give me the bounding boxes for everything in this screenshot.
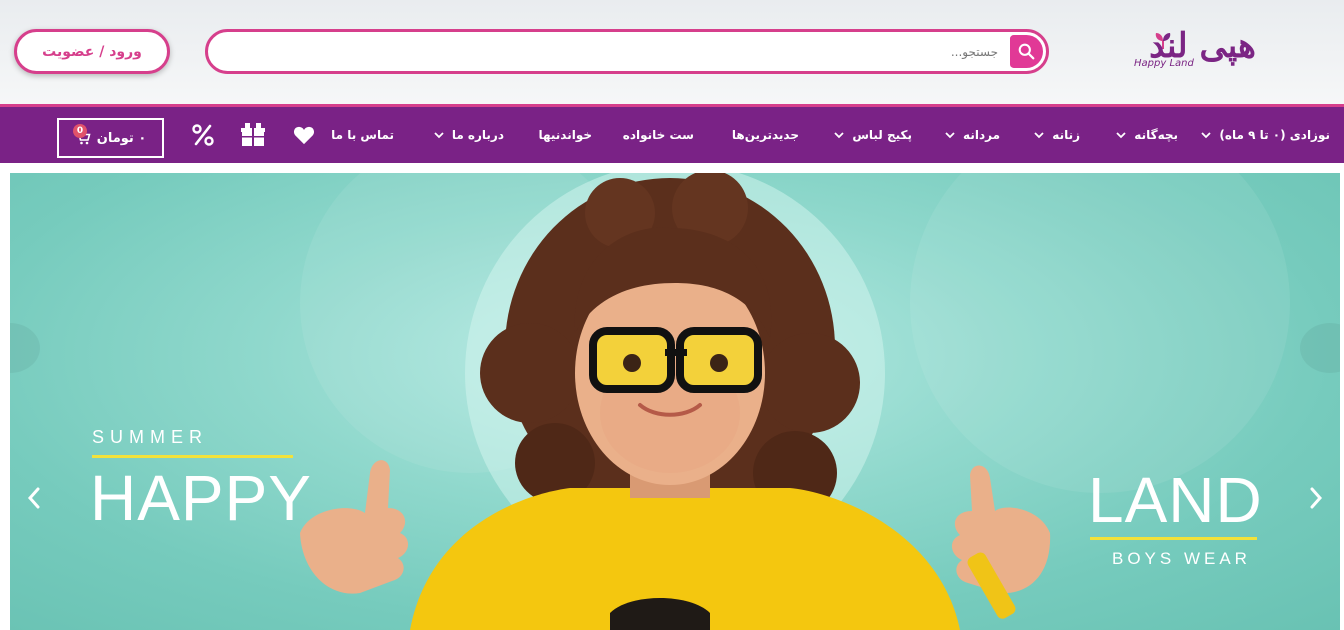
hero-divider-right — [1090, 537, 1257, 540]
chevron-down-icon — [834, 131, 844, 139]
nav-item-men[interactable]: مردانه — [945, 107, 1000, 163]
chevron-down-icon — [1034, 131, 1044, 139]
search-input[interactable] — [208, 32, 1008, 71]
hero-land-text: LAND — [1088, 464, 1263, 536]
logo-english-text: Happy Land — [1134, 58, 1194, 69]
cart-count-badge: 0 — [73, 124, 87, 138]
chevron-left-icon — [27, 487, 40, 509]
nav-item-contact[interactable]: تماس با ما — [331, 107, 394, 163]
nav-item-label: بچه‌گانه — [1134, 128, 1178, 142]
nav-item-about[interactable]: درباره ما — [434, 107, 504, 163]
hero-summer-text: SUMMER — [92, 427, 208, 447]
hero-happy-text: HAPPY — [90, 462, 312, 534]
search-button[interactable] — [1010, 35, 1043, 68]
site-logo[interactable]: هپی لند Happy Land — [1130, 26, 1300, 76]
chevron-down-icon — [434, 131, 444, 139]
nav-item-newborn[interactable]: نوزادی (۰ تا ۹ ماه) — [1201, 107, 1330, 163]
nav-item-women[interactable]: زنانه — [1034, 107, 1080, 163]
nav-item-label: زنانه — [1052, 128, 1080, 142]
slider-next-button[interactable] — [1304, 483, 1328, 513]
nav-item-blog[interactable]: خواندنیها — [538, 107, 592, 163]
cart-button[interactable]: ۰ تومان 0 — [57, 118, 164, 158]
site-header: ورود / عضویت هپی لند Happy Land — [0, 0, 1344, 104]
search-icon — [1018, 43, 1035, 60]
heart-icon[interactable] — [291, 122, 317, 148]
gift-icon[interactable] — [240, 122, 266, 148]
nav-item-label: مردانه — [963, 128, 1000, 142]
nav-item-newest[interactable]: جدیدترین‌ها — [732, 107, 799, 163]
nav-item-label: نوزادی (۰ تا ۹ ماه) — [1219, 128, 1330, 142]
slider-prev-button[interactable] — [22, 483, 46, 513]
nav-item-label: جدیدترین‌ها — [731, 128, 799, 142]
nav-item-family-set[interactable]: ست خانواده — [623, 107, 694, 163]
main-navigation: نوزادی (۰ تا ۹ ماه) بچه‌گانه زنانه مردان… — [0, 104, 1344, 163]
nav-item-label: ست خانواده — [622, 128, 694, 142]
hero-slider[interactable]: SUMMER HAPPY LAND BOYS WEAR — [10, 173, 1340, 630]
percent-icon[interactable] — [190, 122, 216, 148]
nav-item-label: پکیج لباس — [852, 128, 912, 142]
nav-item-label: خواندنیها — [538, 128, 592, 142]
chevron-down-icon — [945, 131, 955, 139]
chevron-right-icon — [1310, 487, 1323, 509]
search-bar — [205, 29, 1049, 74]
hero-divider-left — [92, 455, 293, 458]
nav-item-clothing-package[interactable]: پکیج لباس — [834, 107, 912, 163]
chevron-down-icon — [1116, 131, 1126, 139]
cart-total: ۰ تومان — [96, 130, 147, 146]
nav-item-label: درباره ما — [451, 128, 504, 142]
hero-boys-wear-text: BOYS WEAR — [1112, 549, 1251, 568]
chevron-down-icon — [1201, 131, 1212, 139]
login-register-button[interactable]: ورود / عضویت — [14, 29, 170, 74]
nav-item-kids[interactable]: بچه‌گانه — [1116, 107, 1178, 163]
nav-item-label: تماس با ما — [331, 128, 394, 142]
